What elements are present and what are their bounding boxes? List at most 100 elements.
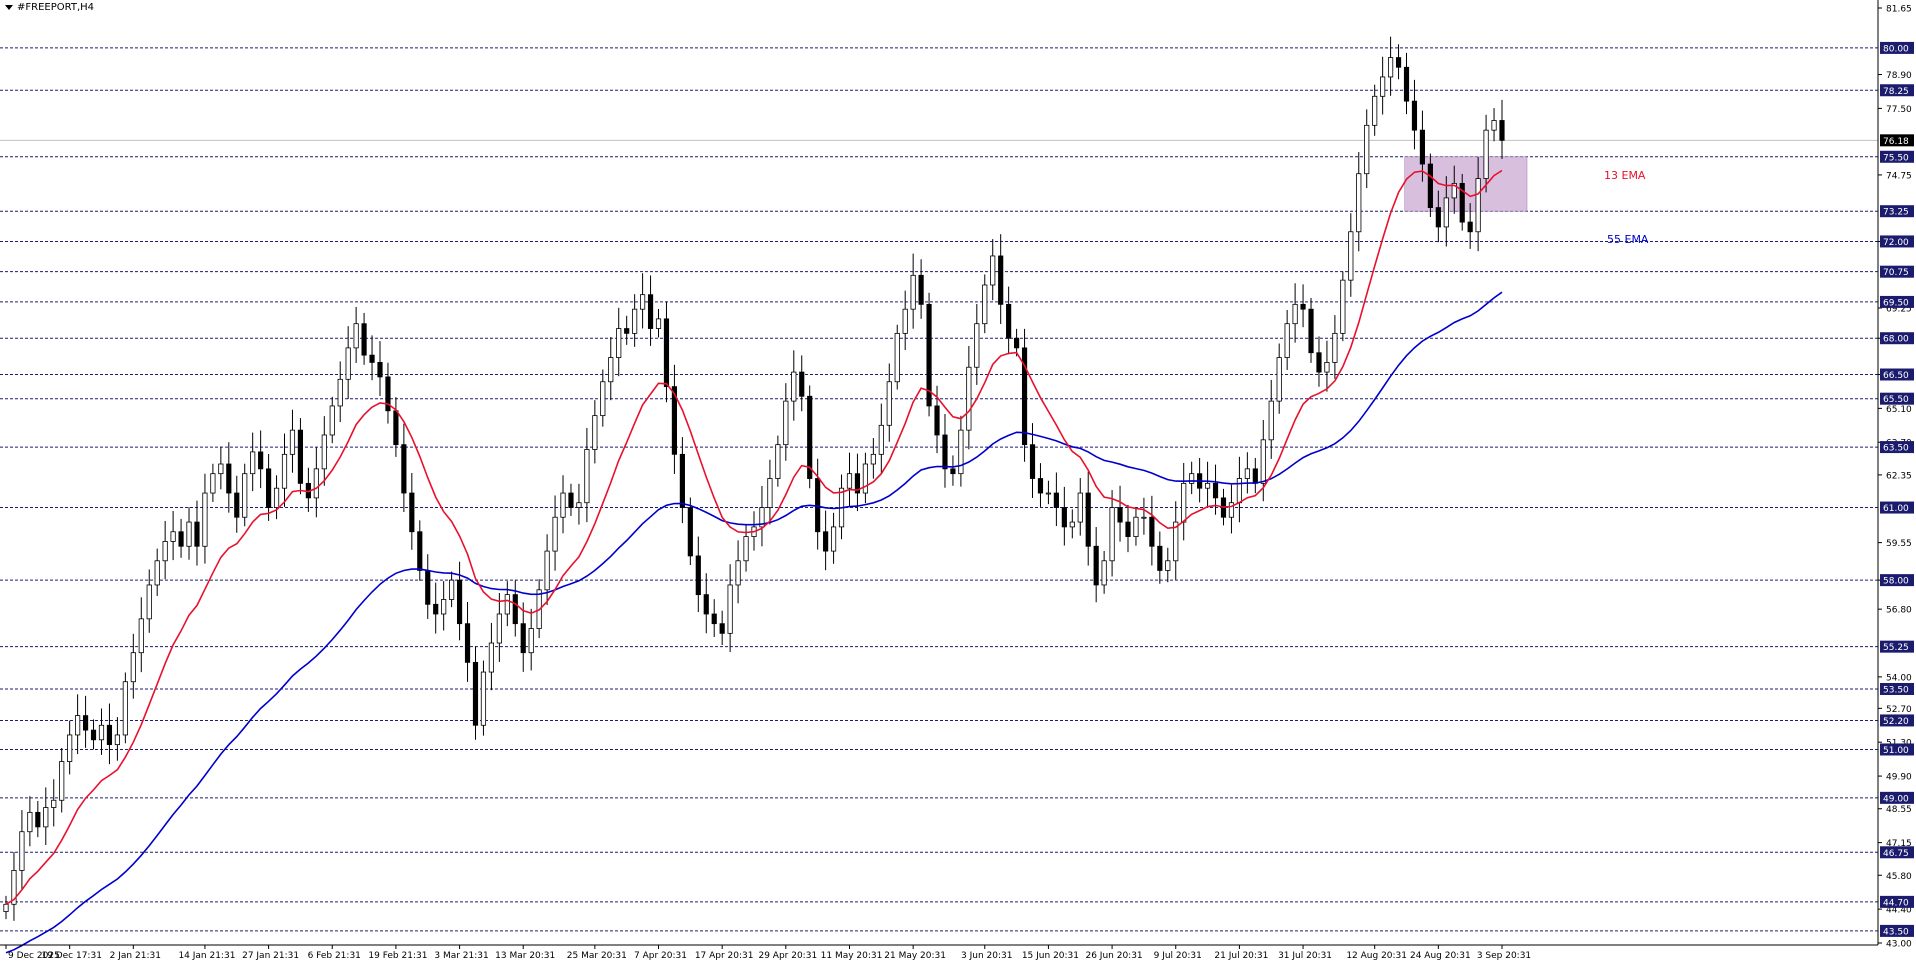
time-tick-label: 21 May 20:31 bbox=[884, 951, 946, 961]
candle-body bbox=[393, 410, 399, 446]
time-tick-label: 19 Feb 21:31 bbox=[368, 951, 427, 961]
time-tick-label: 15 Jun 20:31 bbox=[1022, 951, 1079, 961]
candle-body bbox=[998, 255, 1004, 305]
candle-body bbox=[1252, 468, 1258, 484]
symbol-title[interactable]: #FREEPORT,H4 bbox=[5, 2, 94, 13]
time-tick-label: 14 Jan 21:31 bbox=[178, 951, 235, 961]
candle-body bbox=[162, 541, 168, 562]
candle-body bbox=[1300, 303, 1306, 310]
candle-body bbox=[990, 255, 996, 286]
candle-body bbox=[456, 579, 463, 625]
candle-body bbox=[98, 724, 105, 741]
time-tick-label: 27 Jan 21:31 bbox=[242, 951, 299, 961]
candle-body bbox=[1499, 120, 1505, 141]
candle-body bbox=[1212, 482, 1219, 499]
level-tag-label: 66.50 bbox=[1883, 371, 1909, 381]
candle-body bbox=[369, 354, 375, 363]
candle-body bbox=[313, 468, 319, 499]
candle-body bbox=[1053, 492, 1059, 508]
chart-window[interactable]: 81.6578.9077.5074.7572.0069.2568.0066.50… bbox=[0, 0, 1916, 963]
current-price-label: 76.18 bbox=[1883, 137, 1909, 147]
level-tag-label: 70.75 bbox=[1883, 268, 1909, 278]
candle-body bbox=[576, 502, 582, 508]
time-tick-label: 9 Jul 20:31 bbox=[1154, 951, 1202, 961]
candle-body bbox=[1483, 129, 1489, 179]
candle-body bbox=[67, 734, 73, 762]
triangle-down-icon[interactable] bbox=[5, 5, 13, 10]
level-tag-label: 73.25 bbox=[1883, 208, 1909, 218]
price-tick-label: 74.75 bbox=[1886, 171, 1912, 181]
level-tag-label: 46.75 bbox=[1883, 849, 1909, 859]
candle-body bbox=[210, 473, 216, 494]
candle-body bbox=[170, 531, 176, 542]
candle-body bbox=[1491, 120, 1497, 131]
candle-body bbox=[27, 811, 33, 833]
candle-body bbox=[520, 623, 526, 654]
candle-body bbox=[409, 492, 415, 533]
candle-body bbox=[337, 378, 343, 407]
candle-body bbox=[878, 424, 884, 455]
candle-body bbox=[1181, 482, 1187, 523]
candle-body bbox=[226, 463, 232, 494]
candle-body bbox=[82, 715, 89, 731]
candle-body bbox=[250, 451, 256, 475]
level-tag-label: 69.50 bbox=[1883, 298, 1909, 308]
candle-body bbox=[441, 599, 447, 615]
time-tick-label: 19 Dec 17:31 bbox=[41, 951, 102, 961]
candle-body bbox=[568, 492, 574, 508]
time-tick-label: 3 Jun 20:31 bbox=[961, 951, 1012, 961]
level-tag-label: 75.50 bbox=[1883, 153, 1909, 163]
candle-body bbox=[1101, 560, 1107, 586]
candle-body bbox=[870, 453, 876, 465]
time-tick-label: 21 Jul 20:31 bbox=[1214, 951, 1268, 961]
candle-body bbox=[608, 357, 614, 383]
candle-body bbox=[1061, 507, 1067, 528]
candle-body bbox=[449, 579, 455, 600]
candle-body bbox=[51, 799, 57, 808]
candle-body bbox=[1141, 516, 1147, 519]
level-tag-label: 78.25 bbox=[1883, 87, 1909, 97]
candle-body bbox=[90, 729, 97, 741]
candle-body bbox=[19, 831, 25, 871]
candle-body bbox=[194, 521, 200, 547]
candle-body bbox=[114, 734, 120, 746]
candle-body bbox=[775, 444, 781, 479]
price-chart[interactable]: 81.6578.9077.5074.7572.0069.2568.0066.50… bbox=[0, 0, 1916, 963]
price-tick-label: 65.10 bbox=[1886, 405, 1912, 415]
level-tag-label: 63.50 bbox=[1883, 444, 1909, 454]
candle-body bbox=[281, 453, 288, 489]
price-tick-label: 48.55 bbox=[1886, 805, 1912, 815]
candle-body bbox=[433, 603, 439, 615]
level-tag-label: 49.00 bbox=[1883, 794, 1909, 804]
candle-body bbox=[1411, 100, 1418, 131]
candle-body bbox=[1332, 332, 1338, 363]
candle-body bbox=[663, 318, 670, 387]
candle-body bbox=[767, 478, 773, 508]
level-tag-label: 52.20 bbox=[1883, 717, 1909, 727]
level-tag-label: 43.50 bbox=[1883, 927, 1909, 937]
ema13-label: 13 EMA bbox=[1604, 169, 1646, 182]
zone-rectangle[interactable] bbox=[1404, 156, 1528, 212]
candle-body bbox=[902, 308, 908, 334]
candle-body bbox=[830, 526, 837, 552]
time-tick-label: 17 Apr 20:31 bbox=[695, 951, 754, 961]
level-tag-label: 80.00 bbox=[1883, 44, 1909, 54]
time-tick-label: 11 May 20:31 bbox=[821, 951, 883, 961]
supply-demand-zone bbox=[1404, 156, 1528, 212]
candle-body bbox=[711, 613, 717, 625]
candle-body bbox=[266, 468, 272, 508]
candle-body bbox=[480, 671, 487, 726]
candle-body bbox=[1014, 337, 1020, 349]
candle-body bbox=[616, 328, 622, 358]
time-tick-label: 12 Aug 20:31 bbox=[1346, 951, 1407, 961]
candle-body bbox=[345, 347, 351, 380]
level-tag-label: 61.00 bbox=[1883, 504, 1909, 514]
time-tick-label: 13 Mar 20:31 bbox=[495, 951, 555, 961]
candle-body bbox=[122, 681, 128, 736]
candle-body bbox=[1117, 507, 1123, 523]
time-tick-label: 24 Aug 20:31 bbox=[1410, 951, 1471, 961]
time-tick-label: 3 Mar 21:31 bbox=[434, 951, 488, 961]
candle-body bbox=[727, 584, 733, 634]
candle-body bbox=[297, 429, 304, 484]
price-tick-label: 54.00 bbox=[1886, 673, 1912, 683]
